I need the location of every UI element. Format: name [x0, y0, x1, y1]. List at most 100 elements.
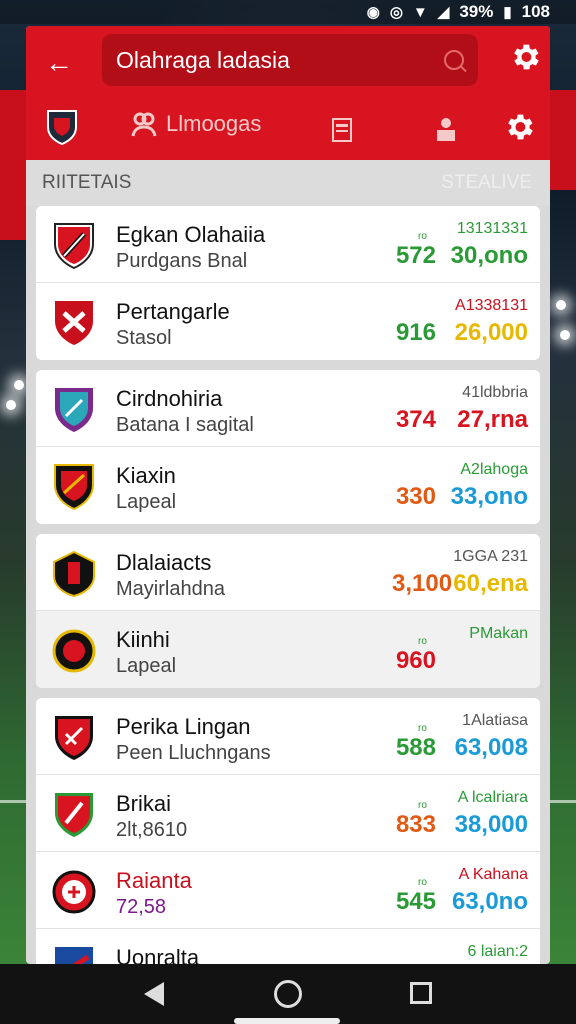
tab-profile[interactable] [434, 116, 458, 142]
battery-level: 39% [459, 2, 494, 21]
match-row[interactable]: Raianta 72,58 ro 545 A Kahana 63,0no [36, 852, 540, 929]
tab-groups[interactable]: Llmoogas [130, 110, 261, 138]
search-icon[interactable] [444, 50, 464, 70]
stadium-light [560, 330, 570, 340]
gesture-pill [234, 1018, 340, 1024]
team-name: Kiaxin [116, 463, 176, 488]
team-name: Cirdnohiria [116, 386, 223, 411]
odds-value: 63,008 [454, 734, 528, 761]
team-crest-icon [52, 945, 96, 964]
team-name: Pertangarle [116, 299, 230, 324]
team-crest-icon [52, 386, 96, 434]
team-crest-icon [52, 222, 96, 270]
score-value: 572 [395, 242, 436, 269]
app-header: ← Olahraga ladasia Llmoogas [26, 26, 550, 160]
team-subtitle: 72,58 [116, 896, 167, 918]
section-live-label: STEALIVE [441, 172, 532, 193]
team-name: Raianta [116, 868, 192, 893]
team-crest-icon [52, 550, 96, 598]
match-meta: PMakan [469, 625, 528, 642]
odds-value: 38,000 [454, 811, 528, 838]
tab-settings[interactable] [502, 110, 536, 144]
team-subtitle: 2lt,8610 [116, 819, 188, 841]
team-crest-icon [52, 463, 96, 511]
team-crest-icon [52, 791, 96, 839]
settings-gear-icon[interactable] [508, 40, 542, 74]
clock-time: 108 [521, 2, 550, 21]
score-label: ro [418, 636, 427, 647]
team-crest-icon [52, 627, 96, 675]
match-row[interactable]: Uonralta 6 laian:2 [36, 929, 540, 964]
search-bar[interactable]: Olahraga ladasia [102, 34, 478, 86]
stadium-light [556, 300, 566, 310]
odds-value: 30,ono [450, 242, 528, 269]
match-row[interactable]: Kiaxin Lapeal 330 A2lahoga 33,ono [36, 447, 540, 524]
score-value: 330 [395, 483, 436, 510]
score-value: 545 [395, 888, 436, 915]
match-meta: A lcalriara [457, 789, 528, 806]
team-name: Uonralta [116, 945, 200, 964]
team-name: Kiinhi [116, 627, 170, 652]
match-row[interactable]: Cirdnohiria Batana I sagital 374 41ldbbria 2… [36, 370, 540, 447]
tab-document[interactable] [332, 118, 352, 142]
match-list: Egkan Olahaiia Purdgans Bnal ro 572 13131331… [26, 206, 550, 964]
team-subtitle: Batana I sagital [116, 414, 254, 436]
odds-value: 27,rna [457, 406, 528, 433]
team-name: Brikai [116, 791, 172, 816]
team-name: Perika Lingan [116, 714, 251, 739]
nav-home-icon[interactable] [274, 980, 302, 1008]
score-value: 916 [395, 319, 436, 346]
back-arrow-icon[interactable]: ← [42, 46, 76, 80]
nav-recents-icon[interactable] [410, 982, 432, 1004]
person-icon [437, 118, 455, 141]
score-value: 588 [395, 734, 436, 761]
club-shield-icon [47, 110, 77, 146]
match-group: Egkan Olahaiia Purdgans Bnal ro 572 13131331… [36, 206, 540, 360]
score-label: ro [418, 231, 427, 242]
match-group: Cirdnohiria Batana I sagital 374 41ldbbria 2… [36, 370, 540, 524]
score-value: 960 [395, 647, 436, 674]
score-label: ro [418, 723, 427, 734]
match-meta: 13131331 [456, 220, 528, 237]
search-input[interactable]: Olahraga ladasia [116, 47, 444, 74]
team-subtitle: Peen Lluchngans [116, 742, 271, 764]
team-subtitle: Purdgans Bnal [116, 250, 248, 272]
match-group: Dlalaiacts Mayirlahdna 3,100 1GGA 231 60,ena… [36, 534, 540, 688]
odds-value: 26,000 [454, 319, 528, 346]
tab-club[interactable] [46, 108, 78, 146]
clock-icon: ◎ [389, 4, 403, 21]
match-row[interactable]: Dlalaiacts Mayirlahdna 3,100 1GGA 231 60,ena [36, 534, 540, 611]
wifi-icon: ▼ [412, 3, 428, 21]
match-row[interactable]: Pertangarle Stasol 916 A1338131 26,000 [36, 283, 540, 360]
match-meta: A Kahana [458, 866, 528, 883]
alarm-icon: ◉ [366, 4, 380, 21]
odds-value: 33,ono [450, 483, 528, 510]
red-banner-right [546, 90, 576, 190]
match-row[interactable]: Perika Lingan Peen Lluchngans ro 588 1Alatia… [36, 698, 540, 775]
gear-icon [508, 114, 533, 140]
signal-icon: ◢ [437, 4, 450, 21]
team-subtitle: Stasol [116, 327, 172, 349]
nav-back-icon[interactable] [144, 982, 164, 1006]
section-header: RIITETAIS STEALIVE [26, 160, 550, 206]
match-meta: A2lahoga [460, 461, 528, 478]
team-crest-icon [52, 714, 96, 762]
team-subtitle: Mayirlahdna [116, 578, 225, 600]
match-row[interactable]: Egkan Olahaiia Purdgans Bnal ro 572 13131331… [36, 206, 540, 283]
tab-bar: Llmoogas [26, 106, 550, 158]
match-row[interactable]: Brikai 2lt,8610 ro 833 A lcalriara 38,000 [36, 775, 540, 852]
score-value: 3,100 [392, 570, 453, 597]
team-crest-icon [52, 868, 96, 916]
match-meta: 41ldbbria [462, 384, 528, 401]
odds-value: 60,ena [453, 570, 528, 597]
team-name: Egkan Olahaiia [116, 222, 266, 247]
document-icon [332, 118, 352, 142]
battery-icon: ▮ [503, 4, 512, 21]
score-value: 833 [395, 811, 436, 838]
team-name: Dlalaiacts [116, 550, 212, 575]
stadium-light [14, 380, 24, 390]
tab-groups-label: Llmoogas [166, 111, 262, 136]
match-row[interactable]: Kiinhi Lapeal ro 960 PMakan [36, 611, 540, 688]
section-title: RIITETAIS [42, 172, 132, 193]
status-bar: ◉ ◎ ▼ ◢ 39% ▮ 108 [0, 0, 576, 24]
